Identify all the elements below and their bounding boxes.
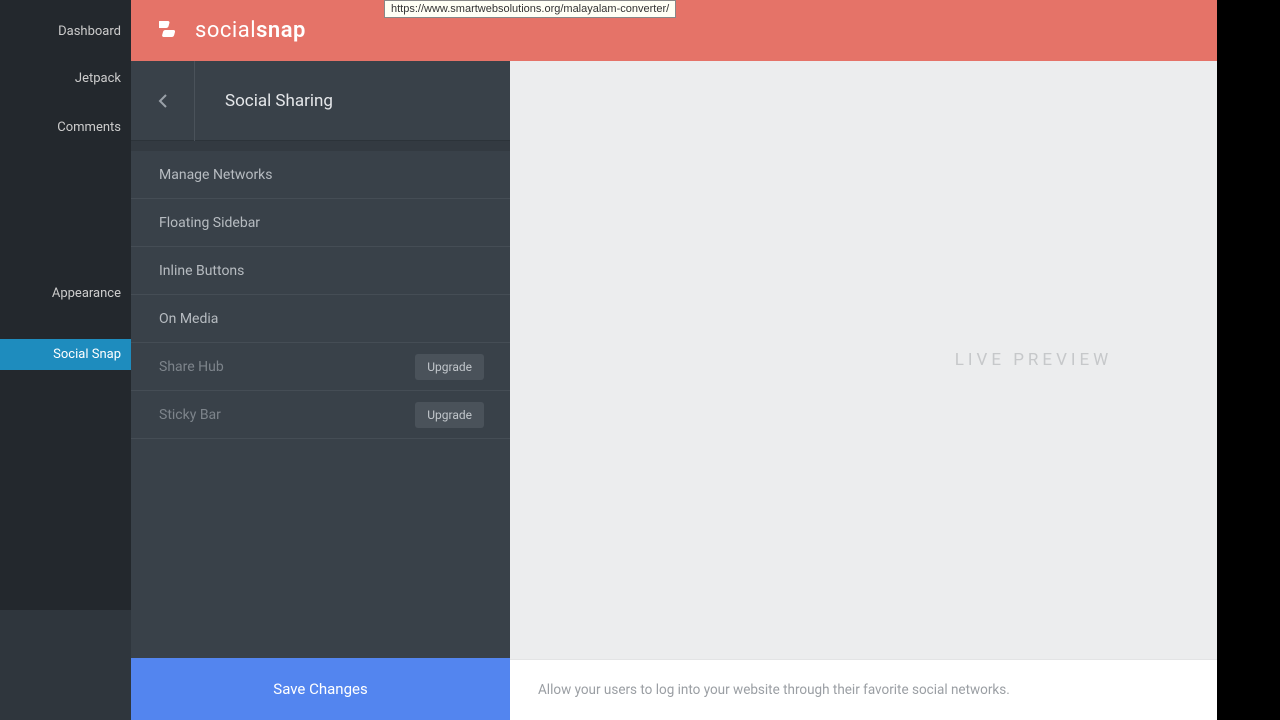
wp-sidebar-item[interactable]: Social Snap: [0, 339, 131, 370]
upgrade-badge[interactable]: Upgrade: [415, 354, 484, 380]
settings-menu-item-label: On Media: [159, 311, 218, 327]
panel-spacer: [131, 141, 510, 151]
wp-admin-sidebar: Dashboard Jetpack Comments Appearance Social…: [0, 0, 131, 720]
settings-menu-item-label: Sticky Bar: [159, 407, 221, 423]
settings-menu-item-label: Inline Buttons: [159, 263, 244, 279]
panel-title: Social Sharing: [195, 91, 333, 111]
wp-sidebar-item[interactable]: Jetpack: [0, 63, 131, 94]
wp-sidebar-item[interactable]: Dashboard: [0, 16, 131, 47]
wp-sidebar-item[interactable]: Comments: [0, 112, 131, 143]
settings-menu-item-label: Floating Sidebar: [159, 215, 260, 231]
wp-sidebar-item[interactable]: Appearance: [0, 278, 131, 309]
settings-menu-item-label: Manage Networks: [159, 167, 273, 183]
url-tooltip: https://www.smartwebsolutions.org/malaya…: [384, 0, 676, 18]
back-button[interactable]: [131, 61, 195, 141]
settings-menu-item[interactable]: Floating Sidebar: [131, 199, 510, 247]
app-logo: socialsnap: [159, 17, 306, 45]
settings-menu-item-label: Share Hub: [159, 359, 224, 375]
chevron-left-icon: [158, 93, 168, 109]
wp-sidebar-bottom: [0, 610, 131, 720]
upgrade-badge[interactable]: Upgrade: [415, 402, 484, 428]
settings-menu-item: Share Hub Upgrade: [131, 343, 510, 391]
footer-description: Allow your users to log into your websit…: [538, 682, 1010, 698]
settings-menu-item: Sticky Bar Upgrade: [131, 391, 510, 439]
settings-menu-item[interactable]: Inline Buttons: [131, 247, 510, 295]
panel-header: Social Sharing: [131, 61, 510, 141]
live-preview-label: LIVE PREVIEW: [955, 350, 1113, 370]
settings-menu-item[interactable]: Manage Networks: [131, 151, 510, 199]
settings-panel: Social Sharing Manage Networks Floating S…: [131, 61, 510, 720]
logo-icon: [159, 17, 185, 45]
logo-text: socialsnap: [195, 18, 306, 43]
live-preview-area: LIVE PREVIEW: [510, 61, 1217, 659]
save-changes-button[interactable]: Save Changes: [131, 658, 510, 720]
settings-menu-item[interactable]: On Media: [131, 295, 510, 343]
footer-area: Allow your users to log into your websit…: [510, 659, 1217, 720]
